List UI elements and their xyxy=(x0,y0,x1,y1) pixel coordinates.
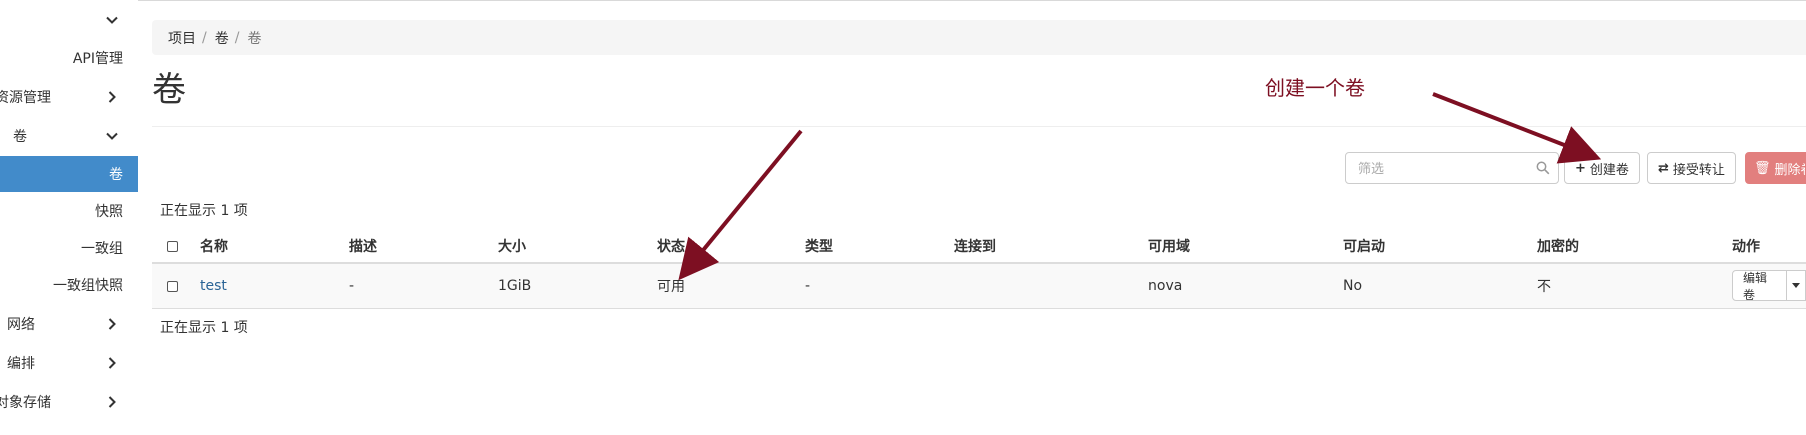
column-header-encrypted[interactable]: 加密的 xyxy=(1537,230,1579,262)
sidebar-item-snapshots[interactable]: 快照 xyxy=(0,193,138,229)
column-header-size[interactable]: 大小 xyxy=(498,230,526,262)
volume-type: - xyxy=(805,278,811,294)
volume-status: 可用 xyxy=(657,279,685,295)
column-header-name[interactable]: 名称 xyxy=(200,230,228,262)
volume-availability-zone: nova xyxy=(1148,278,1183,294)
sidebar-item-network[interactable]: 网络 xyxy=(0,306,138,342)
sidebar-item-label: 一致组快照 xyxy=(53,278,123,294)
delete-volumes-label: 删除卷 xyxy=(1774,162,1805,178)
table-header: 名称 描述 大小 状态 类型 连接到 可用域 可启动 加密的 动作 xyxy=(152,230,1806,264)
column-header-type[interactable]: 类型 xyxy=(805,230,833,262)
row-select-cell xyxy=(167,264,178,308)
caret-down-icon xyxy=(1792,283,1801,288)
create-volume-button[interactable]: + 创建卷 xyxy=(1564,152,1640,184)
transfer-arrows-icon: ⇄ xyxy=(1658,160,1669,176)
volume-name-link[interactable]: test xyxy=(200,264,227,308)
volume-size: 1GiB xyxy=(498,278,532,294)
filter-input[interactable] xyxy=(1356,154,1530,184)
sidebar-item-label: 卷 xyxy=(109,167,123,183)
sidebar-item-object-store[interactable]: 对象存储 xyxy=(0,384,138,420)
sidebar-item-label: 资源管理 xyxy=(0,90,51,106)
search-icon[interactable] xyxy=(1536,161,1550,175)
create-volume-label: 创建卷 xyxy=(1589,162,1629,178)
select-all-checkbox[interactable] xyxy=(167,240,178,252)
sidebar-item-label: 对象存储 xyxy=(0,395,51,411)
volume-encrypted: 不 xyxy=(1537,279,1551,295)
title-divider xyxy=(152,126,1806,127)
sidebar-item-project[interactable] xyxy=(0,2,138,38)
actions-dropdown-toggle[interactable] xyxy=(1787,270,1806,301)
plus-icon: + xyxy=(1575,160,1586,176)
sidebar-item-label: 一致组 xyxy=(81,241,123,257)
sidebar-item-resource-management[interactable]: 资源管理 xyxy=(0,79,138,115)
sidebar-item-cg-snapshots[interactable]: 一致组快照 xyxy=(0,267,138,303)
column-header-description[interactable]: 描述 xyxy=(349,230,377,262)
item-count-bottom: 正在显示 1 项 xyxy=(160,320,248,336)
chevron-down-icon xyxy=(106,132,118,140)
accept-transfer-button[interactable]: ⇄ 接受转让 xyxy=(1647,152,1736,184)
trash-icon: 🗑 xyxy=(1754,160,1771,176)
column-header-status[interactable]: 状态 xyxy=(657,230,685,262)
sidebar-item-label: 快照 xyxy=(95,204,123,220)
sidebar-item-orchestration[interactable]: 编排 xyxy=(0,345,138,381)
breadcrumb-separator: / xyxy=(202,29,207,46)
row-actions: 编辑卷 xyxy=(1732,270,1806,302)
chevron-right-icon xyxy=(108,357,116,369)
chevron-right-icon xyxy=(108,396,116,408)
column-header-availability-zone[interactable]: 可用域 xyxy=(1148,230,1190,262)
annotation-label: 创建一个卷 xyxy=(1265,76,1365,100)
arrow-to-create-button xyxy=(1432,92,1602,164)
annotation-arrows xyxy=(678,92,1602,281)
sidebar-item-label: 卷 xyxy=(13,129,27,145)
column-header-actions: 动作 xyxy=(1732,239,1760,255)
delete-volumes-button[interactable]: 🗑 删除卷 xyxy=(1745,152,1806,184)
breadcrumb-separator: / xyxy=(234,29,240,46)
chevron-down-icon xyxy=(106,16,118,24)
sidebar-item-consistency-groups[interactable]: 一致组 xyxy=(0,230,138,266)
accept-transfer-label: 接受转让 xyxy=(1672,162,1725,178)
sidebar-item-label: 编排 xyxy=(7,356,35,372)
column-header-attached-to[interactable]: 连接到 xyxy=(954,230,996,262)
top-border xyxy=(0,0,1806,1)
sidebar-item-volumes[interactable]: 卷 xyxy=(0,156,138,192)
volume-description: - xyxy=(349,278,355,294)
filter-box xyxy=(1345,152,1559,184)
column-header-bootable[interactable]: 可启动 xyxy=(1343,230,1385,262)
table-row: test - 1GiB 可用 - nova No 不 编辑卷 xyxy=(152,264,1806,309)
breadcrumb-current: 卷 xyxy=(247,30,262,47)
breadcrumb-project[interactable]: 项目 xyxy=(168,28,196,48)
page-title: 卷 xyxy=(152,70,186,110)
edit-volume-button[interactable]: 编辑卷 xyxy=(1732,270,1788,302)
breadcrumb-volume-group[interactable]: 卷 xyxy=(215,28,229,48)
sidebar-item-label: 网络 xyxy=(7,317,35,333)
sidebar: API管理 资源管理 卷 卷 快照 一致组 一致组快照 网络 编排 对象存储 xyxy=(0,0,138,435)
volume-bootable: No xyxy=(1343,278,1363,294)
chevron-right-icon xyxy=(108,91,116,103)
sidebar-item-api[interactable]: API管理 xyxy=(0,40,138,76)
breadcrumb: 项目 / 卷 / 卷 xyxy=(152,20,1806,55)
select-all-cell xyxy=(167,230,178,262)
row-checkbox[interactable] xyxy=(167,280,178,292)
sidebar-item-label: API管理 xyxy=(72,51,123,67)
chevron-right-icon xyxy=(108,318,116,330)
sidebar-item-volume-group[interactable]: 卷 xyxy=(0,118,138,154)
item-count-top: 正在显示 1 项 xyxy=(160,203,248,219)
